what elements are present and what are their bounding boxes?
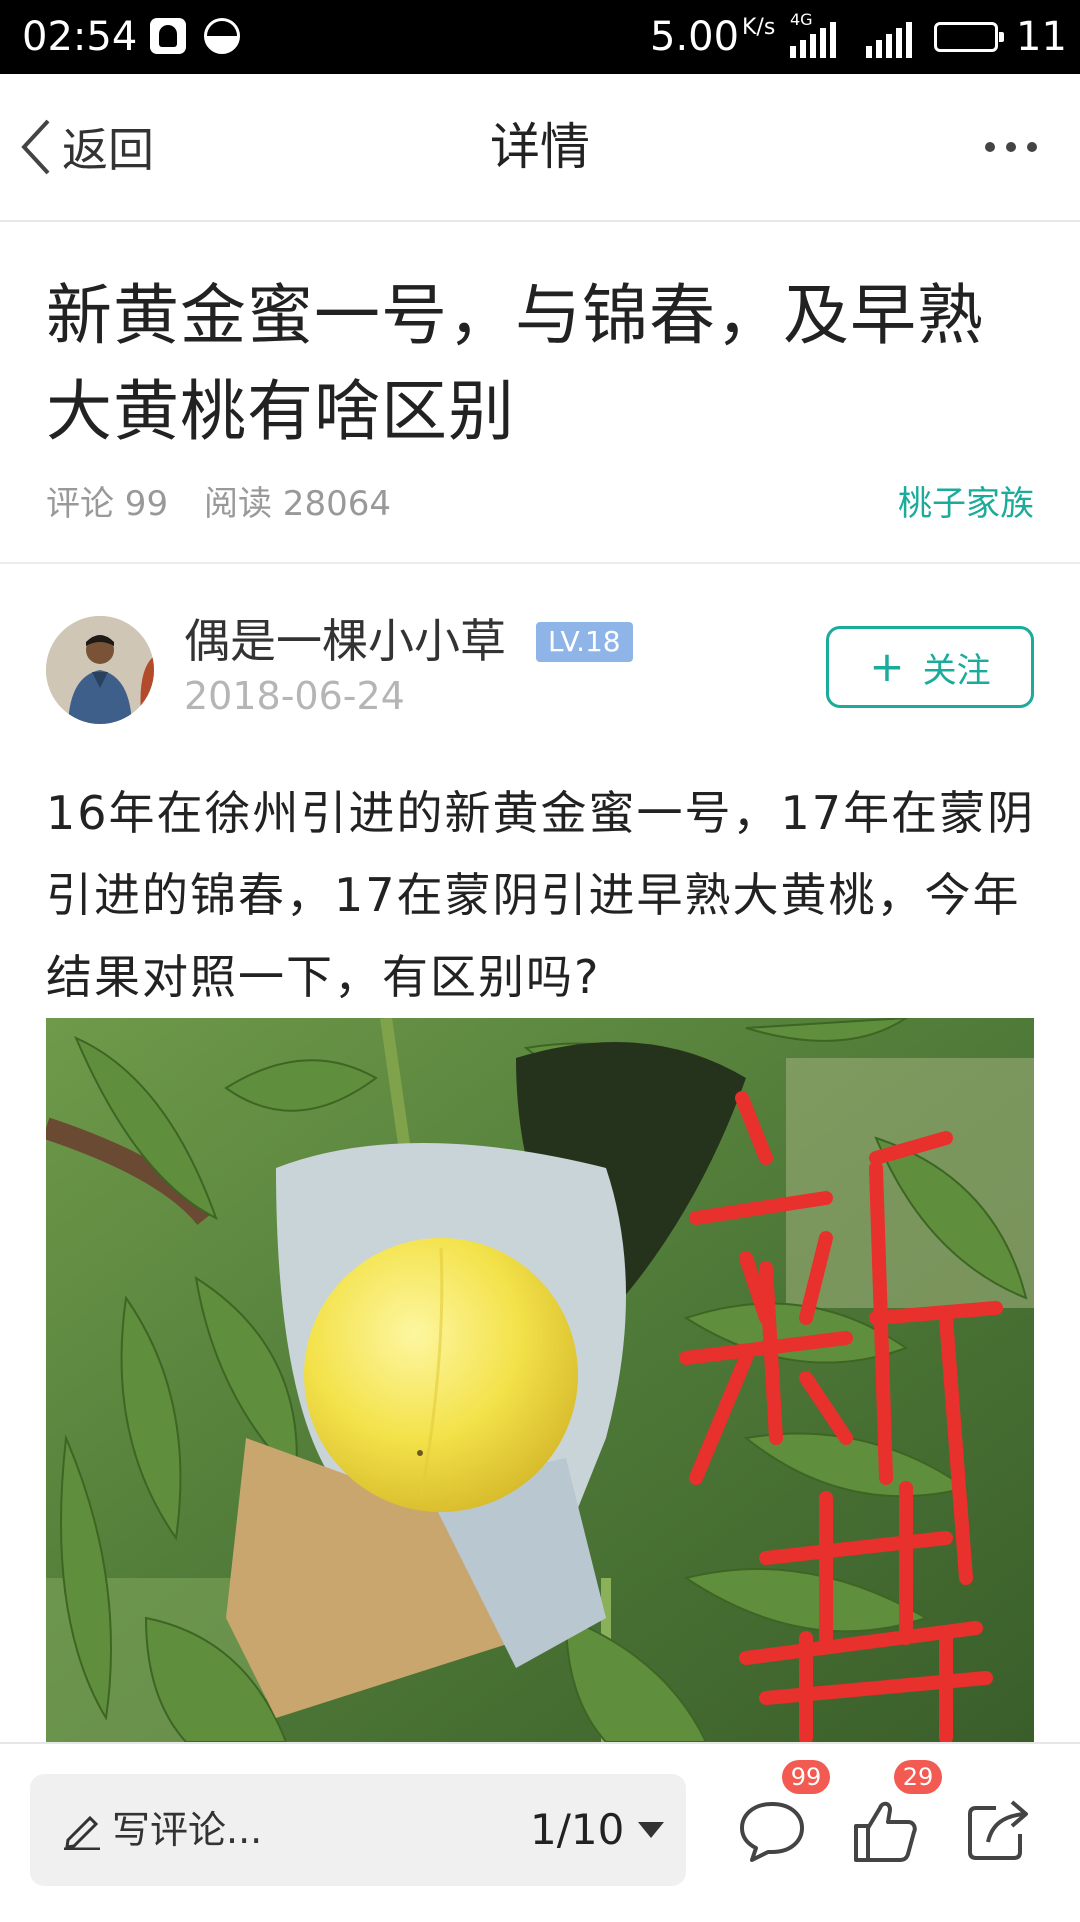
notification-half-circle-icon [204, 18, 240, 54]
pen-icon [64, 1815, 100, 1850]
like-count-badge: 29 [894, 1760, 942, 1794]
comment-count-badge: 99 [782, 1760, 830, 1794]
more-options-icon[interactable] [984, 132, 1038, 162]
comment-placeholder: 写评论... [112, 1808, 263, 1852]
peach-photo-image [46, 1018, 1034, 1742]
comment-count-meta: 评论 99 [46, 484, 169, 524]
share-button[interactable] [962, 1794, 1034, 1866]
level-badge: LV.18 [536, 622, 633, 662]
share-icon [968, 1800, 1028, 1860]
read-count-meta: 阅读 28064 [204, 484, 391, 524]
plus-icon: + [869, 642, 905, 691]
status-bar: 02:54 5.00 K/s 4G 11 [0, 0, 1080, 74]
mobile-signal-icon [790, 22, 836, 58]
caret-down-icon[interactable] [638, 1822, 664, 1838]
channel-link[interactable]: 桃子家族 [898, 480, 1034, 528]
follow-label: 关注 [922, 650, 991, 691]
status-time: 02:54 [22, 14, 138, 60]
author-name[interactable]: 偶是一棵小小草 [184, 612, 506, 670]
image-page-indicator[interactable]: 1/10 [530, 1802, 624, 1858]
divider [0, 562, 1080, 564]
notification-app-icon [150, 18, 186, 54]
page-title: 详情 [490, 118, 590, 176]
article-photo[interactable] [46, 1018, 1034, 1742]
avatar-portrait [46, 616, 154, 724]
mobile-signal-2-icon [866, 22, 912, 58]
author-avatar[interactable] [46, 616, 154, 724]
network-speed: 5.00 [650, 14, 740, 60]
follow-button[interactable]: + 关注 [826, 626, 1034, 708]
thumbs-up-icon [854, 1801, 917, 1862]
battery-level: 11 [1016, 14, 1067, 60]
bottom-bar: 写评论... 1/10 99 29 [0, 1742, 1080, 1922]
network-speed-unit: K/s [742, 15, 776, 40]
article-title: 新黄金蜜一号，与锦春，及早熟大黄桃有啥区别 [46, 277, 984, 450]
comment-input[interactable]: 写评论... 1/10 [30, 1774, 686, 1886]
battery-icon [934, 22, 1004, 52]
post-date: 2018-06-24 [184, 674, 405, 718]
like-button[interactable]: 29 [848, 1760, 942, 1866]
article-body: 16年在徐州引进的新黄金蜜一号，17年在蒙阴引进的锦春，17在蒙阴引进早熟大黄桃… [46, 786, 1036, 1004]
article-meta: 评论 99 阅读 28064 桃子家族 [46, 480, 1034, 528]
nav-bar: 返回 详情 [0, 74, 1080, 222]
comments-button[interactable]: 99 [736, 1760, 830, 1866]
comment-bubble-icon [740, 1802, 804, 1862]
